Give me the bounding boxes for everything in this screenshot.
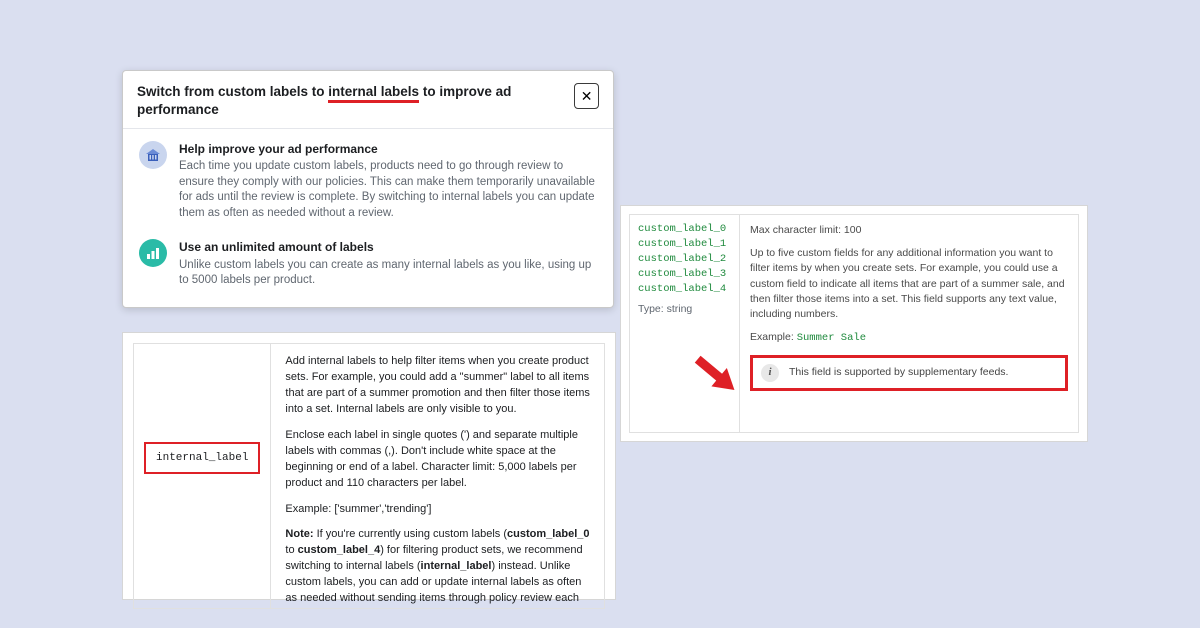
dialog-switch-labels: Switch from custom labels to internal la… — [122, 70, 614, 308]
row-body: Unlike custom labels you can create as m… — [179, 259, 591, 287]
dialog-title-highlight: internal labels — [328, 84, 419, 103]
dialog-title-prefix: Switch from custom labels to — [137, 84, 328, 99]
info-icon: i — [761, 364, 779, 382]
close-icon: ✕ — [581, 89, 593, 103]
dialog-title: Switch from custom labels to internal la… — [137, 83, 574, 118]
note-label: Note: — [285, 528, 313, 540]
callout-text: This field is supported by supplementary… — [789, 365, 1008, 380]
close-button[interactable]: ✕ — [574, 83, 599, 109]
row-heading: Help improve your ad performance — [179, 141, 597, 157]
custom-label-item: custom_label_0 — [638, 223, 731, 235]
chart-icon — [139, 239, 167, 267]
type-line: Type: string — [638, 303, 731, 315]
dialog-row-performance: Help improve your ad performance Each ti… — [139, 141, 597, 221]
info-callout: i This field is supported by supplementa… — [750, 355, 1068, 391]
row-body: Each time you update custom labels, prod… — [179, 160, 595, 219]
custom-label-item: custom_label_1 — [638, 238, 731, 250]
docs-panel-internal-label: internal_label Add internal labels to he… — [122, 332, 616, 600]
building-icon — [139, 141, 167, 169]
docs-example: Example: ['summer','trending'] — [285, 502, 590, 518]
row-heading: Use an unlimited amount of labels — [179, 239, 597, 255]
docs-p2: Enclose each label in single quotes (') … — [285, 428, 590, 492]
custom-label-item: custom_label_3 — [638, 268, 731, 280]
max-char-limit: Max character limit: 100 — [750, 223, 1068, 238]
example-value: Summer Sale — [797, 332, 866, 344]
example-line: Example: Summer Sale — [750, 330, 1068, 346]
custom-label-desc: Up to five custom fields for any additio… — [750, 246, 1068, 322]
dialog-row-unlimited: Use an unlimited amount of labels Unlike… — [139, 239, 597, 288]
custom-label-item: custom_label_2 — [638, 253, 731, 265]
docs-panel-custom-label: custom_label_0 custom_label_1 custom_lab… — [620, 205, 1088, 442]
field-name-chip: internal_label — [144, 442, 260, 474]
custom-label-item: custom_label_4 — [638, 283, 731, 295]
docs-p1: Add internal labels to help filter items… — [285, 354, 590, 418]
docs-note: Note: If you're currently using custom l… — [285, 527, 590, 608]
